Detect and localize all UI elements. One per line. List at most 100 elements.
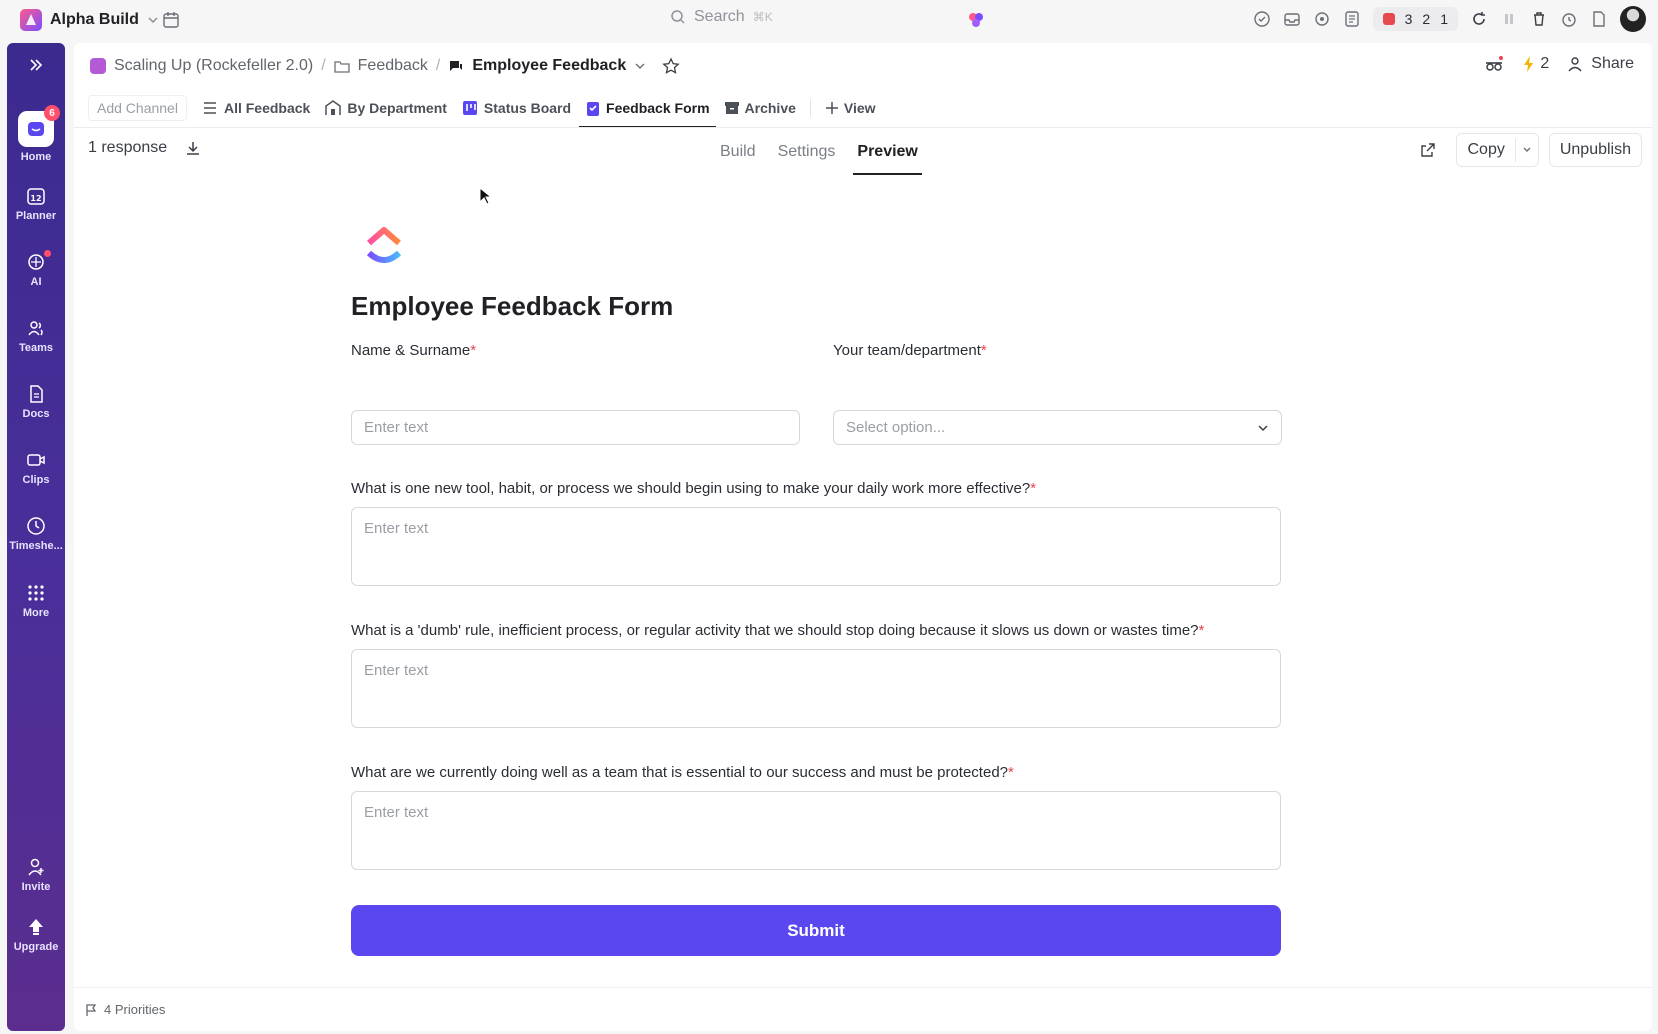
sidebar-item-label: Home bbox=[20, 151, 52, 163]
teams-icon bbox=[26, 318, 46, 338]
main-panel: Scaling Up (Rockefeller 2.0) / Feedback … bbox=[74, 43, 1652, 1031]
name-input[interactable]: Enter text bbox=[351, 410, 800, 445]
breadcrumb-space[interactable]: Scaling Up (Rockefeller 2.0) bbox=[114, 57, 313, 75]
sidebar-item-home[interactable]: 6 Home bbox=[7, 105, 65, 163]
start-doing-textarea[interactable]: Enter text bbox=[351, 507, 1281, 586]
breadcrumb-list[interactable]: Employee Feedback bbox=[472, 57, 626, 75]
top-right-toolbar: 3 2 1 bbox=[1253, 6, 1646, 32]
notepad-icon[interactable] bbox=[1343, 10, 1361, 28]
responses-button[interactable]: 1 response bbox=[82, 135, 207, 161]
inbox-icon[interactable] bbox=[1283, 10, 1301, 28]
download-icon[interactable] bbox=[185, 140, 201, 156]
alarm-clock-icon[interactable] bbox=[1560, 10, 1578, 28]
search-placeholder: Search bbox=[694, 8, 745, 25]
sidebar-item-ai[interactable]: AI bbox=[7, 250, 65, 288]
tab-status-board[interactable]: Status Board bbox=[461, 90, 571, 126]
top-bar: Alpha Build Search ⌘K 3 2 1 bbox=[0, 0, 1658, 40]
input-placeholder: Enter text bbox=[364, 419, 429, 436]
grid-dots-icon bbox=[26, 583, 46, 603]
camera-icon[interactable] bbox=[1313, 10, 1331, 28]
workspace-switcher[interactable]: Alpha Build bbox=[14, 5, 165, 35]
responses-count: 1 response bbox=[88, 139, 168, 156]
tab-label: By Department bbox=[347, 100, 447, 116]
tab-archive[interactable]: Archive bbox=[724, 90, 796, 126]
form-icon bbox=[585, 99, 601, 117]
user-avatar[interactable] bbox=[1620, 6, 1646, 32]
required-asterisk: * bbox=[1030, 480, 1037, 497]
input-placeholder: Enter text bbox=[364, 520, 429, 537]
add-channel-button[interactable]: Add Channel bbox=[88, 95, 187, 121]
sidebar-item-label: Teams bbox=[18, 342, 54, 354]
folder-icon bbox=[334, 58, 350, 74]
expand-sidebar-button[interactable] bbox=[7, 57, 65, 73]
recording-status[interactable]: 3 2 1 bbox=[1372, 7, 1458, 31]
sidebar-item-label: Timeshe... bbox=[9, 540, 63, 552]
ai-assistant-icon[interactable] bbox=[967, 11, 985, 29]
tab-label: Status Board bbox=[483, 100, 572, 116]
planner-calendar-icon: 12 bbox=[26, 186, 46, 206]
ai-notification-dot bbox=[44, 250, 51, 257]
field-label: Name & Surname* bbox=[351, 342, 476, 359]
incognito-icon[interactable] bbox=[1484, 56, 1504, 72]
sidebar-item-invite[interactable]: Invite bbox=[7, 857, 65, 893]
tab-preview[interactable]: Preview bbox=[853, 143, 923, 175]
field-label: Your team/department* bbox=[833, 342, 987, 359]
upgrade-arrow-icon bbox=[26, 917, 46, 937]
refresh-icon[interactable] bbox=[1470, 10, 1488, 28]
sidebar-item-docs[interactable]: Docs bbox=[7, 384, 65, 420]
header-actions: 2 Share bbox=[1484, 55, 1634, 73]
star-icon[interactable] bbox=[662, 57, 680, 75]
copy-link-button[interactable]: Copy bbox=[1457, 134, 1514, 166]
double-chevron-right-icon bbox=[28, 57, 44, 73]
search-bar[interactable]: Search ⌘K bbox=[670, 8, 773, 26]
required-asterisk: * bbox=[470, 342, 477, 359]
tab-build[interactable]: Build bbox=[720, 143, 756, 161]
trash-icon[interactable] bbox=[1530, 10, 1548, 28]
sidebar-item-timesheets[interactable]: Timeshe... bbox=[7, 516, 65, 552]
sidebar-item-label: AI bbox=[30, 276, 42, 288]
submit-button[interactable]: Submit bbox=[351, 905, 1281, 956]
document-icon[interactable] bbox=[1590, 10, 1608, 28]
field-label-text: Name & Surname bbox=[351, 342, 471, 359]
chevron-down-icon[interactable] bbox=[1514, 138, 1538, 162]
sidebar-item-teams[interactable]: Teams bbox=[7, 318, 65, 354]
task-check-icon[interactable] bbox=[1253, 10, 1271, 28]
sidebar-item-upgrade[interactable]: Upgrade bbox=[7, 917, 65, 953]
unpublish-button[interactable]: Unpublish bbox=[1548, 133, 1642, 167]
record-count: 3 bbox=[1404, 11, 1413, 27]
tab-feedback-form[interactable]: Feedback Form bbox=[579, 90, 717, 128]
search-shortcut: ⌘K bbox=[752, 10, 773, 24]
lightning-icon bbox=[1522, 55, 1536, 73]
sidebar-item-more[interactable]: More bbox=[7, 583, 65, 619]
form-actions: Copy Unpublish bbox=[1420, 133, 1642, 167]
search-icon bbox=[670, 9, 686, 25]
automations-button[interactable]: 2 bbox=[1522, 55, 1549, 73]
field-label: What are we currently doing well as a te… bbox=[351, 764, 1014, 781]
svg-text:12: 12 bbox=[30, 194, 41, 203]
sidebar-item-clips[interactable]: Clips bbox=[7, 450, 65, 486]
tab-all-feedback[interactable]: All Feedback bbox=[201, 90, 310, 126]
calendar-icon[interactable] bbox=[162, 11, 180, 29]
breadcrumb-folder[interactable]: Feedback bbox=[358, 57, 428, 75]
bottom-bar: 4 Priorities bbox=[74, 987, 1652, 1031]
department-select[interactable]: Select option... bbox=[833, 410, 1282, 445]
tab-label: View bbox=[843, 100, 876, 116]
tab-by-department[interactable]: By Department bbox=[324, 90, 447, 126]
share-people-icon bbox=[1567, 55, 1585, 73]
tab-label: Feedback Form bbox=[606, 100, 710, 116]
sidebar-item-planner[interactable]: 12 Planner bbox=[7, 186, 65, 222]
stop-doing-textarea[interactable]: Enter text bbox=[351, 649, 1281, 728]
chevron-down-icon bbox=[1257, 422, 1269, 434]
view-tabs: Add Channel All Feedback By Department S… bbox=[88, 90, 876, 128]
building-icon bbox=[324, 99, 342, 117]
priorities-button[interactable]: 4 Priorities bbox=[104, 1002, 165, 1017]
share-button[interactable]: Share bbox=[1567, 55, 1634, 73]
open-external-icon[interactable] bbox=[1420, 142, 1436, 158]
share-label: Share bbox=[1591, 55, 1634, 72]
tab-settings[interactable]: Settings bbox=[778, 143, 836, 161]
add-view-button[interactable]: View bbox=[825, 90, 876, 126]
chevron-down-icon[interactable] bbox=[634, 60, 646, 72]
board-icon bbox=[461, 99, 479, 117]
keep-doing-textarea[interactable]: Enter text bbox=[351, 791, 1281, 870]
pause-icon[interactable] bbox=[1500, 10, 1518, 28]
